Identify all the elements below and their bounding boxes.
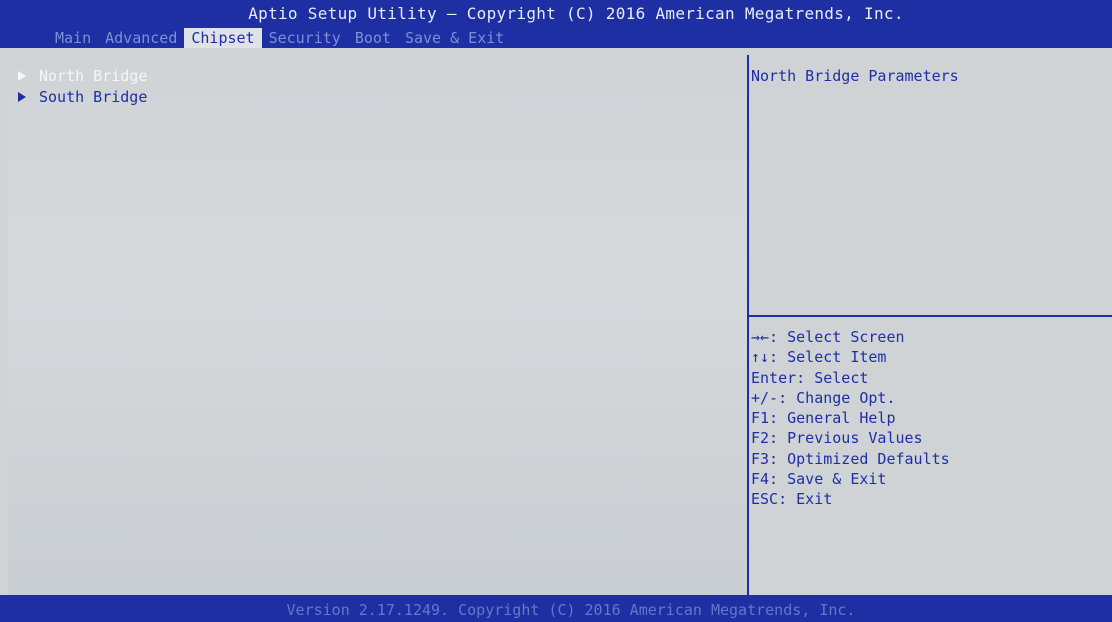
tab-security[interactable]: Security [262,28,348,48]
tab-chipset[interactable]: Chipset [184,28,262,48]
version-text: Version 2.17.1249. Copyright (C) 2016 Am… [286,601,856,619]
bios-screen: Aptio Setup Utility – Copyright (C) 2016… [0,0,1112,622]
tab-advanced[interactable]: Advanced [98,28,184,48]
menu-item-south-bridge[interactable]: South Bridge [18,86,147,107]
key-legend: →←: Select Screen ↑↓: Select Item Enter:… [751,327,950,510]
key-hint-select-screen: →←: Select Screen [751,328,905,346]
key-hint-general-help: F1: General Help [751,409,896,428]
help-description: North Bridge Parameters [751,67,959,85]
settings-panel: North Bridge South Bridge [8,55,748,595]
tab-main[interactable]: Main [48,28,98,48]
submenu-arrow-icon [18,91,26,102]
tab-save-exit[interactable]: Save & Exit [398,28,511,48]
submenu-arrow-icon [18,70,26,81]
tab-boot[interactable]: Boot [348,28,398,48]
help-panel: North Bridge Parameters →←: Select Scree… [749,55,1112,595]
submenu-list: North Bridge South Bridge [18,65,147,107]
key-hint-optimized-defaults: F3: Optimized Defaults [751,449,950,468]
help-divider [749,315,1112,317]
utility-title: Aptio Setup Utility – Copyright (C) 2016… [248,4,904,23]
key-hint-enter: Enter: Select [751,368,869,387]
menu-item-label: North Bridge [39,66,148,85]
menu-item-north-bridge[interactable]: North Bridge [18,65,147,86]
menu-item-label: South Bridge [39,87,148,106]
key-hint-change-opt: +/-: Change Opt. [751,388,896,407]
header-bar: Aptio Setup Utility – Copyright (C) 2016… [0,0,1112,48]
key-hint-esc-exit: ESC: Exit [751,490,833,509]
tab-bar: Main Advanced Chipset Security Boot Save… [48,28,511,48]
footer-bar: Version 2.17.1249. Copyright (C) 2016 Am… [0,598,1112,622]
key-hint-previous-values: F2: Previous Values [751,429,923,448]
key-hint-select-item: ↑↓: Select Item [751,348,887,367]
key-hint-save-exit: F4: Save & Exit [751,470,887,489]
